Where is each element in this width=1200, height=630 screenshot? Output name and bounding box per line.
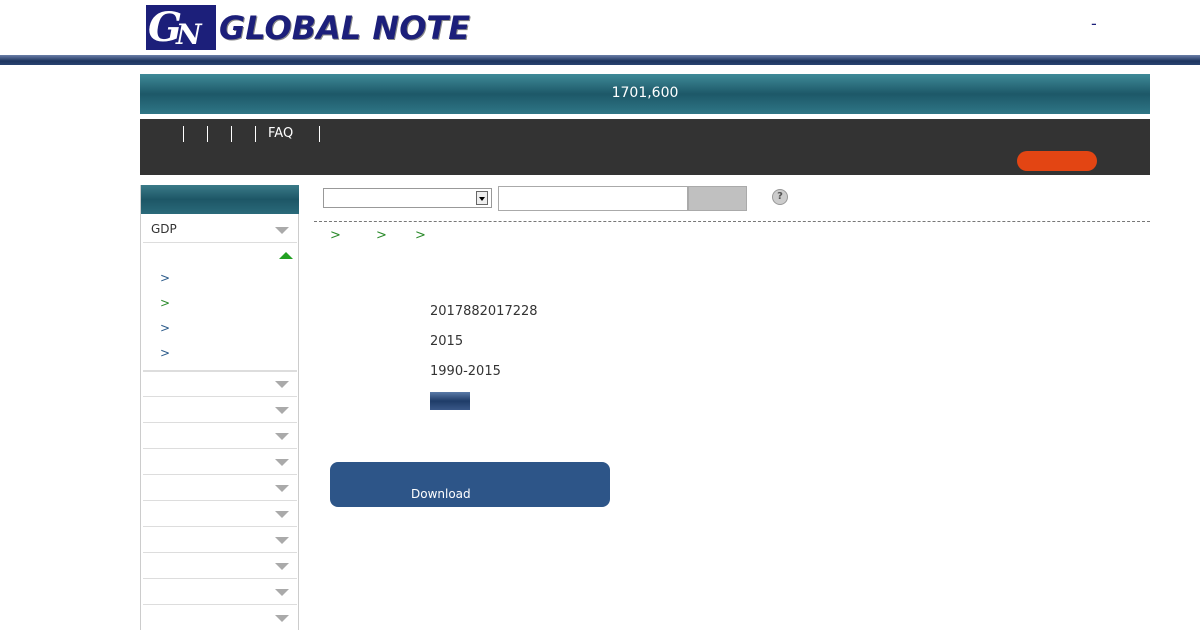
sidebar-item[interactable] (143, 605, 297, 630)
sidebar-item[interactable] (143, 475, 297, 501)
sidebar-sublink-2[interactable]: > (160, 296, 170, 310)
chevron-down-icon[interactable] (476, 191, 488, 205)
info-button[interactable] (430, 392, 470, 410)
sidebar-header (141, 185, 299, 214)
info-line-3: 1990-2015 (430, 364, 501, 379)
sidebar-item-label: GDP (151, 222, 177, 236)
sidebar-item[interactable] (143, 423, 297, 449)
sidebar-item[interactable] (143, 527, 297, 553)
info-line-1: 2017882017228 (430, 304, 538, 319)
search-button[interactable] (688, 186, 747, 211)
breadcrumb-sep-3[interactable]: > (415, 228, 426, 243)
breadcrumb-sep-1[interactable]: > (330, 228, 341, 243)
info-line-2: 2015 (430, 334, 464, 349)
chevron-down-icon (275, 589, 289, 596)
chevron-down-icon (275, 485, 289, 492)
sidebar-item[interactable] (143, 371, 297, 397)
nav-item-faq[interactable]: FAQ (268, 126, 293, 141)
search-input[interactable] (498, 186, 688, 211)
chevron-down-icon (275, 615, 289, 622)
nav-action-button[interactable] (1017, 151, 1097, 171)
chevron-down-icon (275, 459, 289, 466)
sidebar-sublink-1[interactable]: > (160, 271, 170, 285)
chevron-down-icon (275, 537, 289, 544)
download-button-label: Download (411, 487, 471, 501)
divider (314, 221, 1150, 222)
nav-separator (255, 126, 256, 142)
logo-wordmark: GLOBAL NOTE (219, 9, 471, 47)
logo-letter-g: G (148, 4, 182, 51)
nav-item-1[interactable] (183, 126, 184, 142)
sidebar-item[interactable] (143, 501, 297, 527)
header-right-text: - (1091, 14, 1097, 33)
sidebar-sublink-3[interactable]: > (160, 321, 170, 335)
chevron-down-icon (275, 227, 289, 234)
chevron-up-icon[interactable] (279, 252, 293, 259)
nav-separator-end (319, 126, 320, 142)
sidebar-item[interactable] (143, 449, 297, 475)
chevron-down-icon (275, 511, 289, 518)
sidebar-item[interactable] (143, 397, 297, 423)
category-select[interactable] (323, 188, 492, 208)
chevron-down-icon (275, 563, 289, 570)
sidebar-sublink-4[interactable]: > (160, 346, 170, 360)
help-icon[interactable]: ? (772, 189, 788, 205)
breadcrumb-sep-2[interactable]: > (376, 228, 387, 243)
logo-letter-n: N (176, 18, 202, 51)
nav-item-3[interactable] (231, 126, 232, 142)
header-divider-bar (0, 55, 1200, 65)
chevron-down-icon (275, 433, 289, 440)
download-button[interactable]: Download (330, 462, 610, 507)
chevron-down-icon (275, 381, 289, 388)
sidebar-item[interactable] (143, 553, 297, 579)
sidebar: GDP > > > > (140, 185, 299, 630)
chevron-down-icon (275, 407, 289, 414)
page-banner: 1701,600 (140, 74, 1150, 114)
sidebar-item[interactable] (143, 579, 297, 605)
sidebar-item-gdp[interactable]: GDP (143, 217, 297, 243)
nav-item-2[interactable] (207, 126, 208, 142)
main-nav: FAQ (140, 119, 1150, 175)
